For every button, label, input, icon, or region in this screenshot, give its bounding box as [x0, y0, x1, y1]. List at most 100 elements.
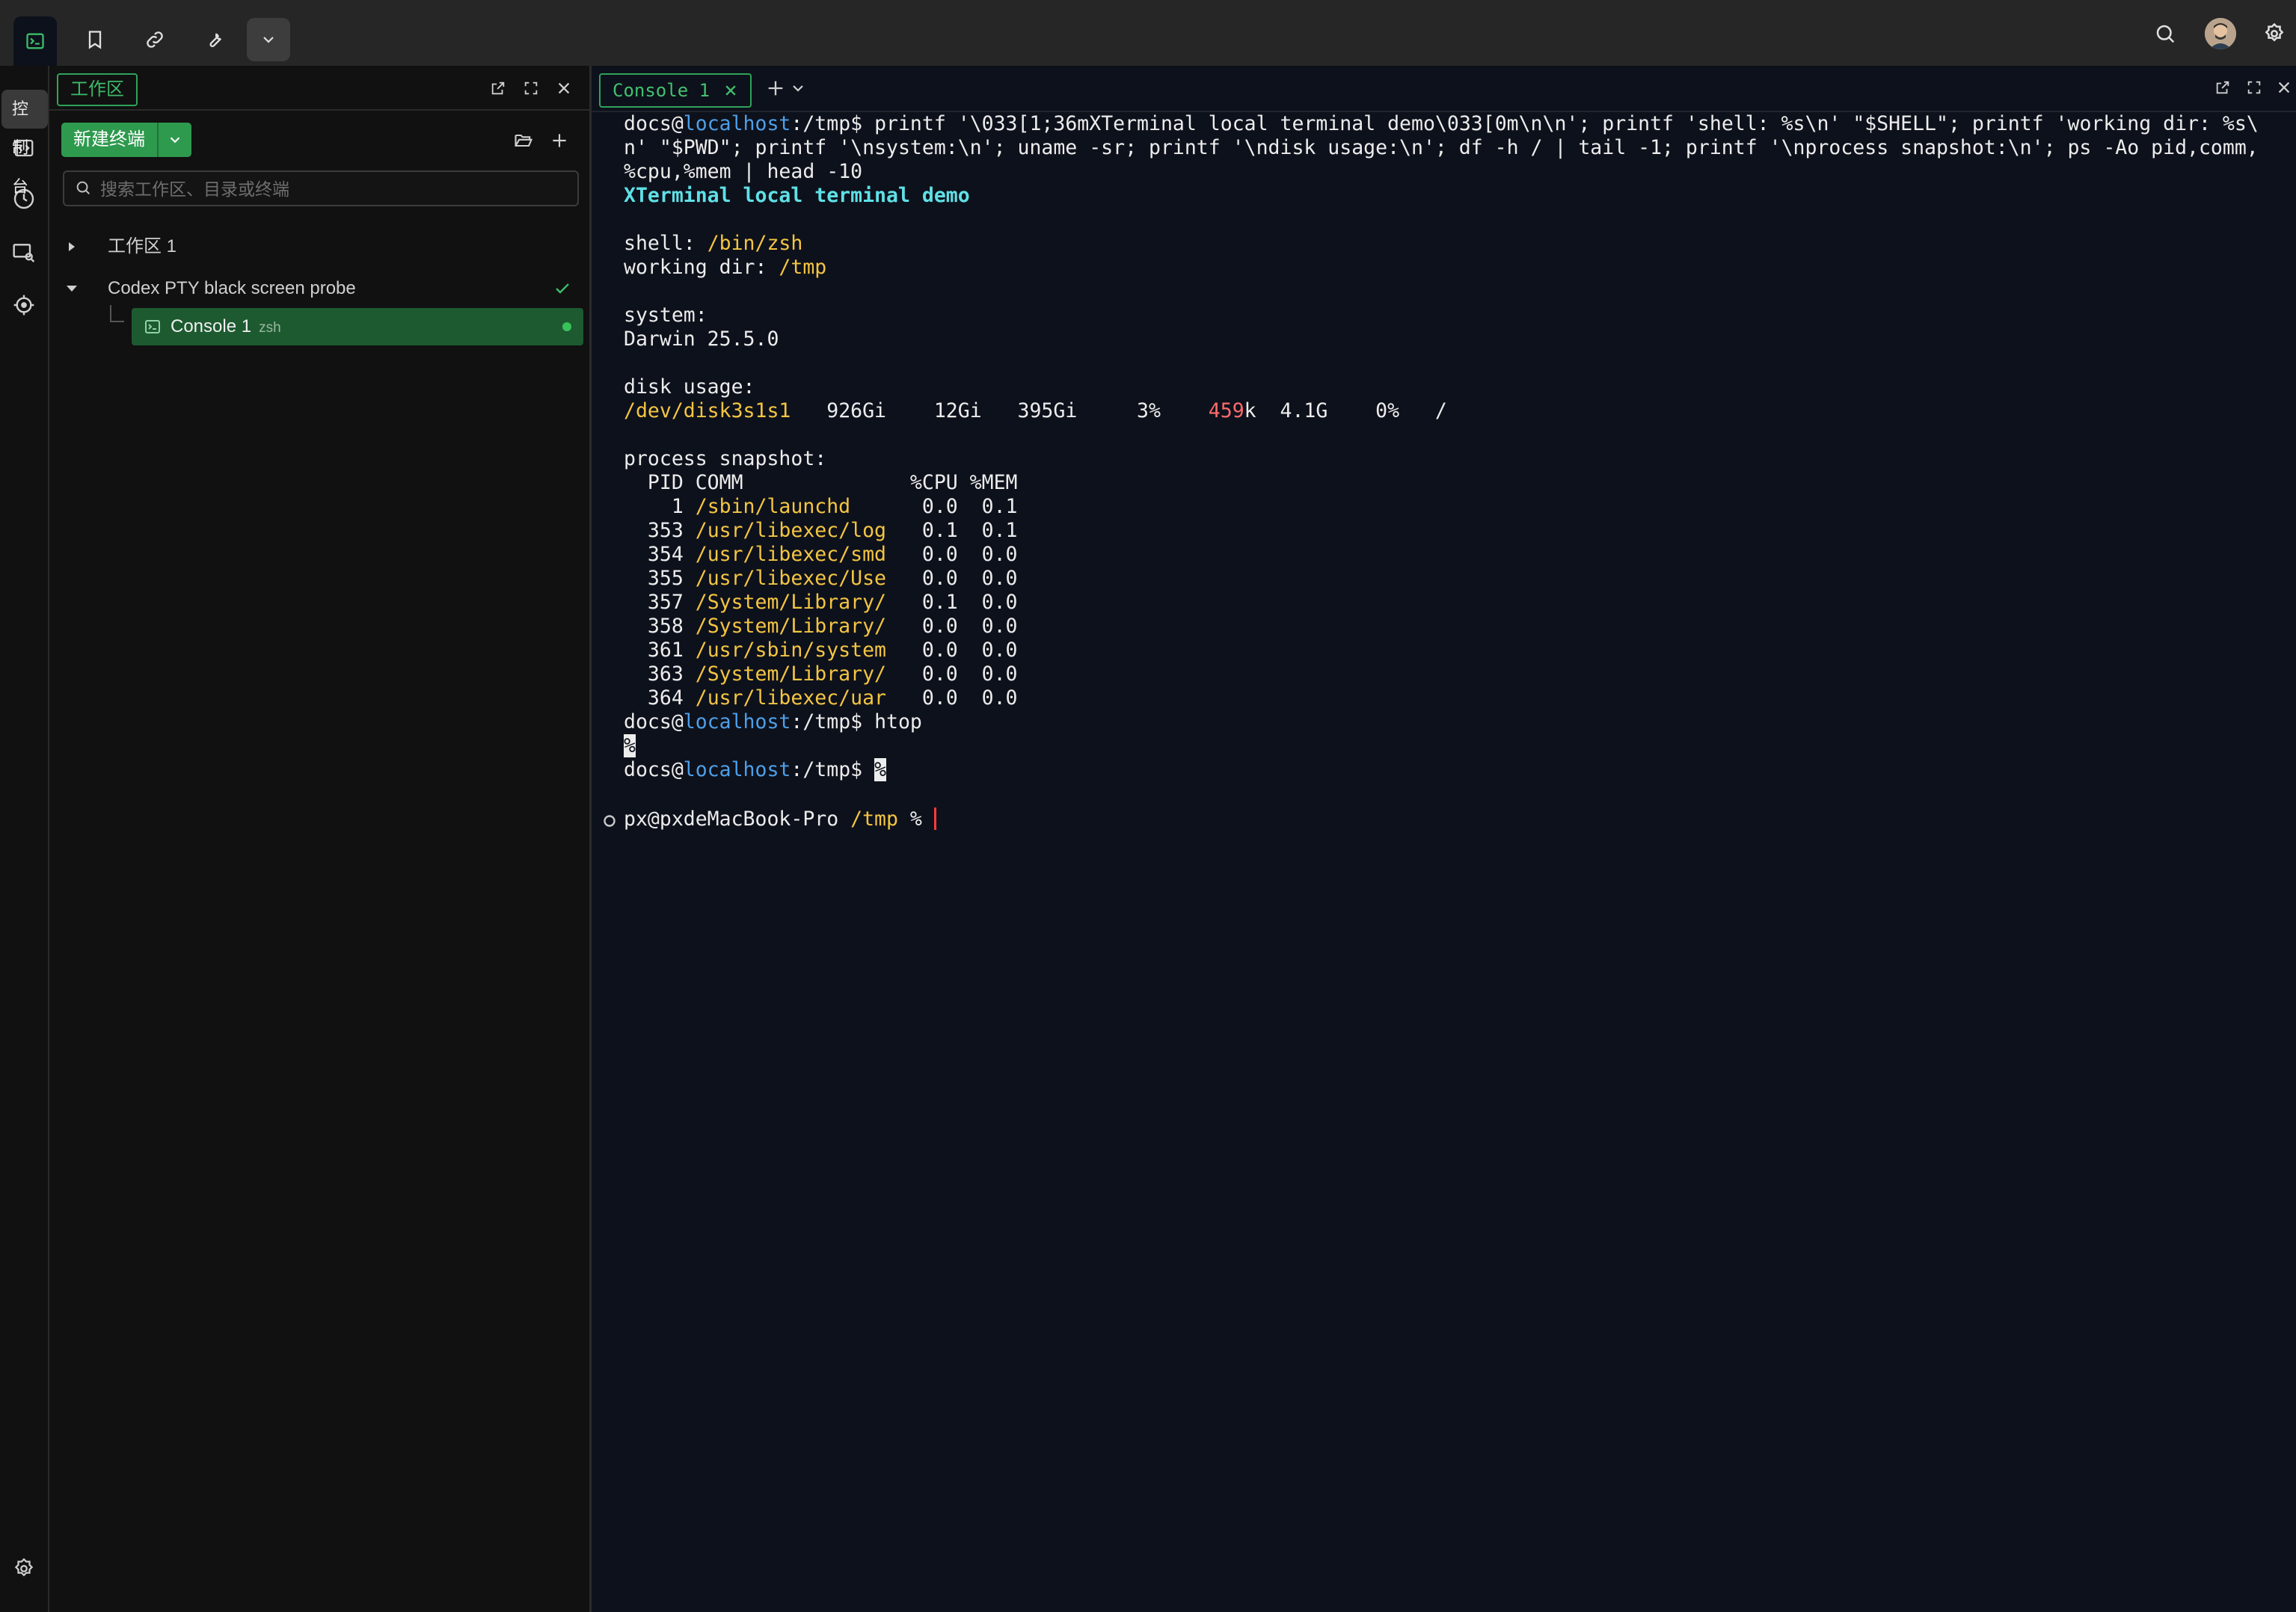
tab-menu-button[interactable] — [789, 79, 807, 97]
maximize-button[interactable] — [519, 76, 543, 100]
terminal-output[interactable]: docs@localhost:/tmp$ printf '\033[1;36mX… — [624, 112, 2277, 782]
command-text: printf '\033[1;36mXTerminal local termin… — [874, 112, 2259, 135]
activity-rail: 控制台 — [0, 66, 49, 1612]
tools-button[interactable] — [193, 18, 236, 61]
tree-item-codex-probe[interactable]: Codex PTY black screen probe — [49, 268, 589, 310]
tree-item-label: 工作区 1 — [108, 236, 177, 256]
prompt-host: localhost — [683, 112, 791, 135]
settings-button[interactable] — [2257, 16, 2292, 51]
link-button[interactable] — [133, 18, 177, 61]
tree-item-workspace-1[interactable]: 工作区 1 — [49, 226, 589, 268]
disk-device: /dev/disk3s1s1 — [624, 399, 791, 422]
disk-inodes-highlight: 459 — [1208, 399, 1244, 422]
console-tab-button[interactable] — [13, 16, 57, 66]
plus-icon — [768, 81, 783, 96]
command-line-3: %cpu,%mem | head -10 — [624, 160, 863, 183]
process-row: 357 /System/Library/ 0.1 0.0 — [624, 591, 1018, 614]
search-icon — [2156, 25, 2175, 43]
pane-close-button[interactable] — [2276, 79, 2292, 96]
tab-console-1[interactable]: Console 1 — [599, 73, 752, 108]
top-bar — [0, 0, 2296, 66]
system-value: Darwin 25.5.0 — [624, 327, 779, 351]
chevron-down-icon — [170, 137, 180, 144]
search-box — [63, 170, 579, 206]
maximize-icon — [2247, 81, 2261, 94]
session-shell: zsh — [259, 320, 281, 336]
disk-label: disk usage: — [624, 375, 755, 399]
new-terminal-dropdown[interactable] — [157, 123, 191, 157]
caret-right-icon — [69, 242, 75, 251]
sidebar-header: 工作区 — [49, 66, 589, 111]
tree-connector — [110, 305, 124, 322]
cursor-block: % — [874, 758, 887, 781]
session-label: Console 1 zsh — [171, 308, 281, 347]
avatar[interactable] — [2205, 18, 2236, 49]
crosshair-icon — [13, 295, 34, 316]
rail-inspect-button[interactable] — [10, 239, 37, 266]
chevron-down-icon — [263, 37, 274, 43]
rail-target-button[interactable] — [10, 292, 37, 319]
user-avatar-icon — [2205, 18, 2236, 49]
session-item-console-1[interactable]: Console 1 zsh — [132, 308, 583, 345]
close-sidebar-button[interactable] — [552, 76, 576, 100]
link-icon — [147, 31, 163, 48]
chevron-down-icon — [793, 85, 803, 92]
folder-open-icon — [515, 134, 533, 147]
new-terminal-split-button: 新建终端 — [61, 123, 191, 157]
new-terminal-button[interactable]: 新建终端 — [61, 123, 157, 157]
open-folder-button[interactable] — [512, 129, 535, 153]
working-dir-line: working dir: /tmp — [624, 256, 2277, 280]
status-dot — [562, 322, 571, 331]
bookmark-icon — [88, 31, 102, 49]
current-prompt-line: docs@localhost:/tmp$ % — [624, 758, 887, 781]
process-row: 1 /sbin/launchd 0.0 0.1 — [624, 495, 1018, 518]
bookmark-button[interactable] — [73, 18, 117, 61]
process-row: 353 /usr/libexec/log 0.1 0.1 — [624, 519, 1018, 542]
plus-icon — [553, 134, 566, 147]
prompt-user: docs@ — [624, 112, 684, 135]
system-label: system: — [624, 304, 707, 327]
pane-popout-button[interactable] — [2214, 79, 2231, 96]
maximize-icon — [524, 81, 538, 95]
terminal-icon — [26, 33, 44, 49]
console-tooltip: 控制台 — [1, 90, 48, 196]
wd-label: working dir: — [624, 256, 779, 279]
shell-label: shell: — [624, 232, 707, 255]
terminal-icon — [145, 320, 160, 333]
workspace-sidebar: 工作区 新建终端 搜索工作区、目录或终端 工作区 1 Codex PTY bla… — [49, 66, 592, 1612]
check-icon — [556, 283, 569, 294]
wd-value: /tmp — [779, 256, 827, 279]
more-dropdown-button[interactable] — [247, 18, 290, 61]
close-icon — [2278, 81, 2290, 93]
banner-line: XTerminal local terminal demo — [624, 184, 970, 207]
process-label: process snapshot: — [624, 447, 827, 470]
external-link-icon — [491, 81, 505, 95]
process-header: PID COMM %CPU %MEM — [624, 471, 1018, 494]
pane-maximize-button[interactable] — [2246, 79, 2262, 96]
process-row: 358 /System/Library/ 0.0 0.0 — [624, 615, 1018, 638]
close-tab-icon[interactable] — [723, 83, 738, 98]
close-icon — [558, 82, 570, 94]
process-row: 364 /usr/libexec/uar 0.0 0.0 — [624, 686, 1018, 710]
monitor-search-icon — [13, 244, 35, 262]
tab-workspace[interactable]: 工作区 — [57, 73, 138, 106]
tree-item-label: Codex PTY black screen probe — [108, 278, 356, 298]
htop-command-line: docs@localhost:/tmp$ htop — [624, 710, 922, 733]
popout-button[interactable] — [486, 76, 510, 100]
process-row: 361 /usr/sbin/system 0.0 0.0 — [624, 639, 1018, 662]
add-workspace-button[interactable] — [547, 129, 571, 153]
search-input[interactable] — [99, 172, 565, 206]
shell-value: /bin/zsh — [707, 232, 803, 255]
disk-stats-tail: k 4.1G 0% / — [1244, 399, 1447, 422]
search-icon — [76, 181, 90, 194]
prompt-path: :/tmp$ — [791, 112, 875, 135]
add-tab-button[interactable] — [765, 78, 786, 99]
zsh-prompt-line[interactable]: px@pxdeMacBook-Pro /tmp % — [603, 807, 936, 831]
session-name: Console 1 — [171, 316, 252, 336]
process-row: 355 /usr/libexec/Use 0.0 0.0 — [624, 567, 1018, 590]
process-row: 354 /usr/libexec/smd 0.0 0.0 — [624, 543, 1018, 566]
search-button[interactable] — [2148, 16, 2182, 51]
command-line-2: n' "$PWD"; printf '\nsystem:\n'; uname -… — [624, 136, 2259, 159]
gear-icon — [2265, 22, 2284, 42]
rail-settings-button[interactable] — [10, 1555, 37, 1582]
